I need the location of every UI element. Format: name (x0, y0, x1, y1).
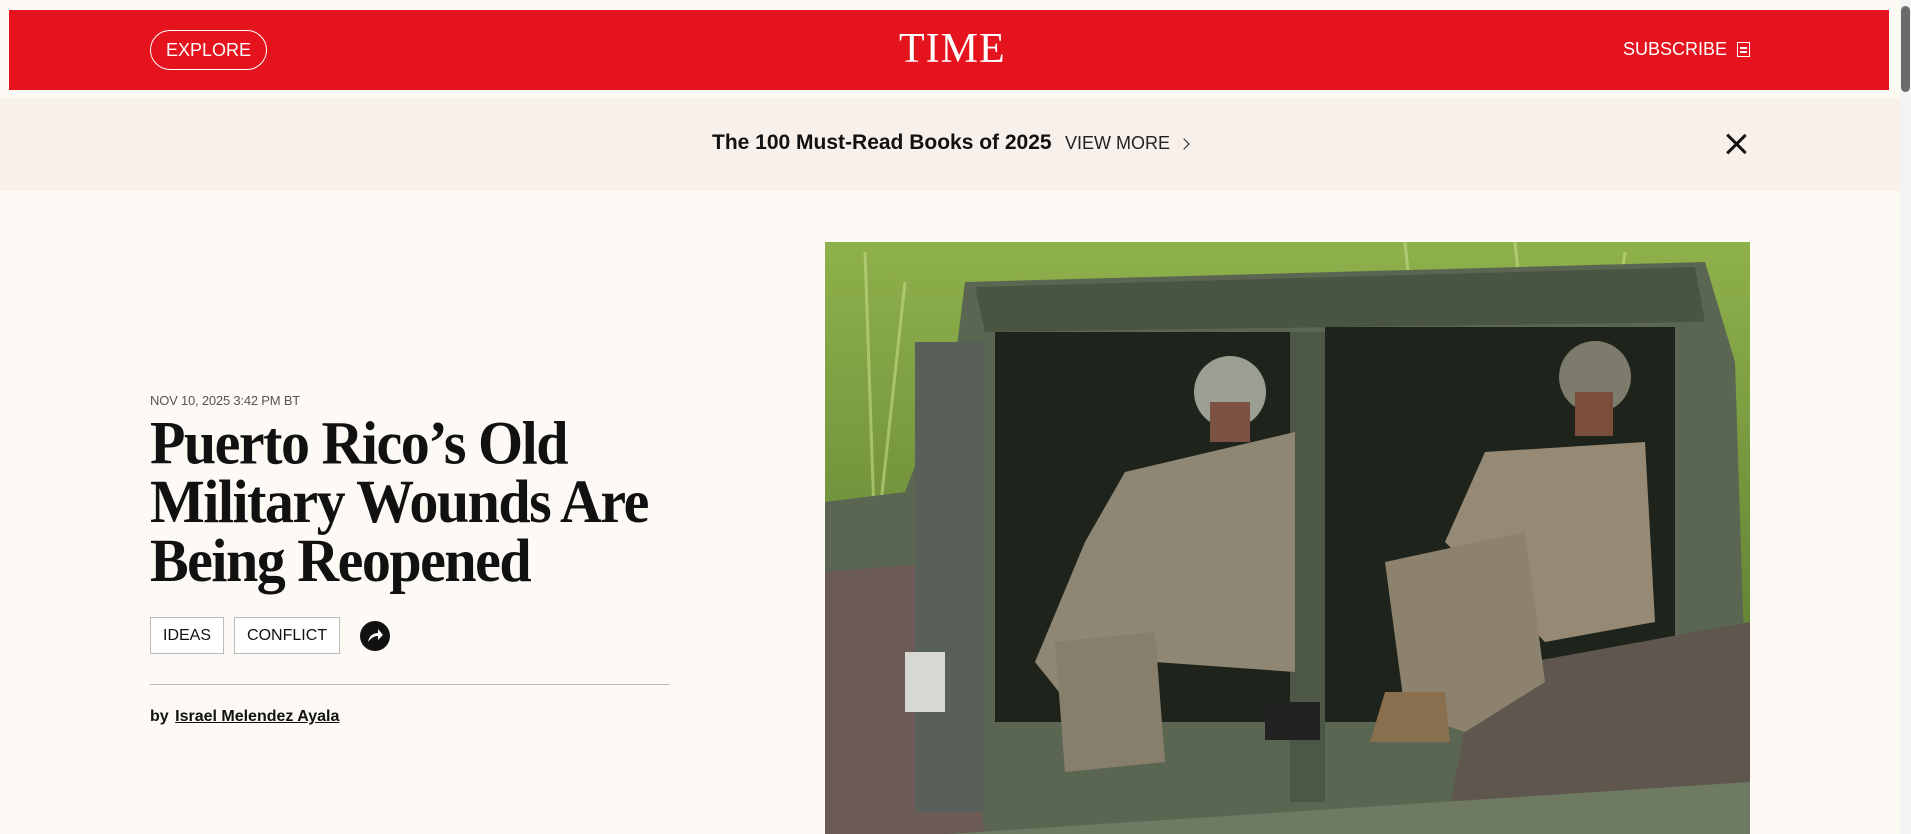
divider (150, 684, 670, 685)
tag-conflict[interactable]: CONFLICT (234, 617, 341, 654)
time-logo[interactable]: TIME (899, 28, 1006, 70)
hero-image (825, 242, 1750, 834)
close-icon[interactable] (1723, 131, 1749, 157)
view-more-link[interactable]: VIEW MORE (1065, 133, 1190, 154)
tag-ideas[interactable]: IDEAS (150, 617, 225, 654)
top-navigation-bar: EXPLORE TIME SUBSCRIBE (9, 10, 1889, 90)
article-tags: IDEAS CONFLICT (150, 617, 391, 654)
view-more-label: VIEW MORE (1065, 133, 1171, 153)
share-icon[interactable] (360, 620, 391, 651)
byline: by Israel Melendez Ayala (150, 708, 339, 726)
promo-banner: The 100 Must-Read Books of 2025 VIEW MOR… (0, 98, 1900, 191)
magazine-icon (1737, 42, 1750, 57)
subscribe-label: SUBSCRIBE (1622, 39, 1727, 59)
byline-prefix: by (150, 708, 169, 725)
article-date: NOV 10, 2025 3:42 PM BT (150, 393, 301, 408)
promo-title[interactable]: The 100 Must-Read Books of 2025 (712, 131, 1052, 155)
author-link[interactable]: Israel Melendez Ayala (175, 708, 339, 725)
scrollbar[interactable] (1900, 0, 1911, 834)
scrollbar-thumb[interactable] (1901, 6, 1910, 92)
subscribe-link[interactable]: SUBSCRIBE (1623, 39, 1750, 60)
chevron-right-icon (1178, 137, 1190, 150)
explore-button[interactable]: EXPLORE (150, 30, 268, 70)
article-headline: Puerto Rico’s Old Military Wounds Are Be… (150, 408, 649, 595)
